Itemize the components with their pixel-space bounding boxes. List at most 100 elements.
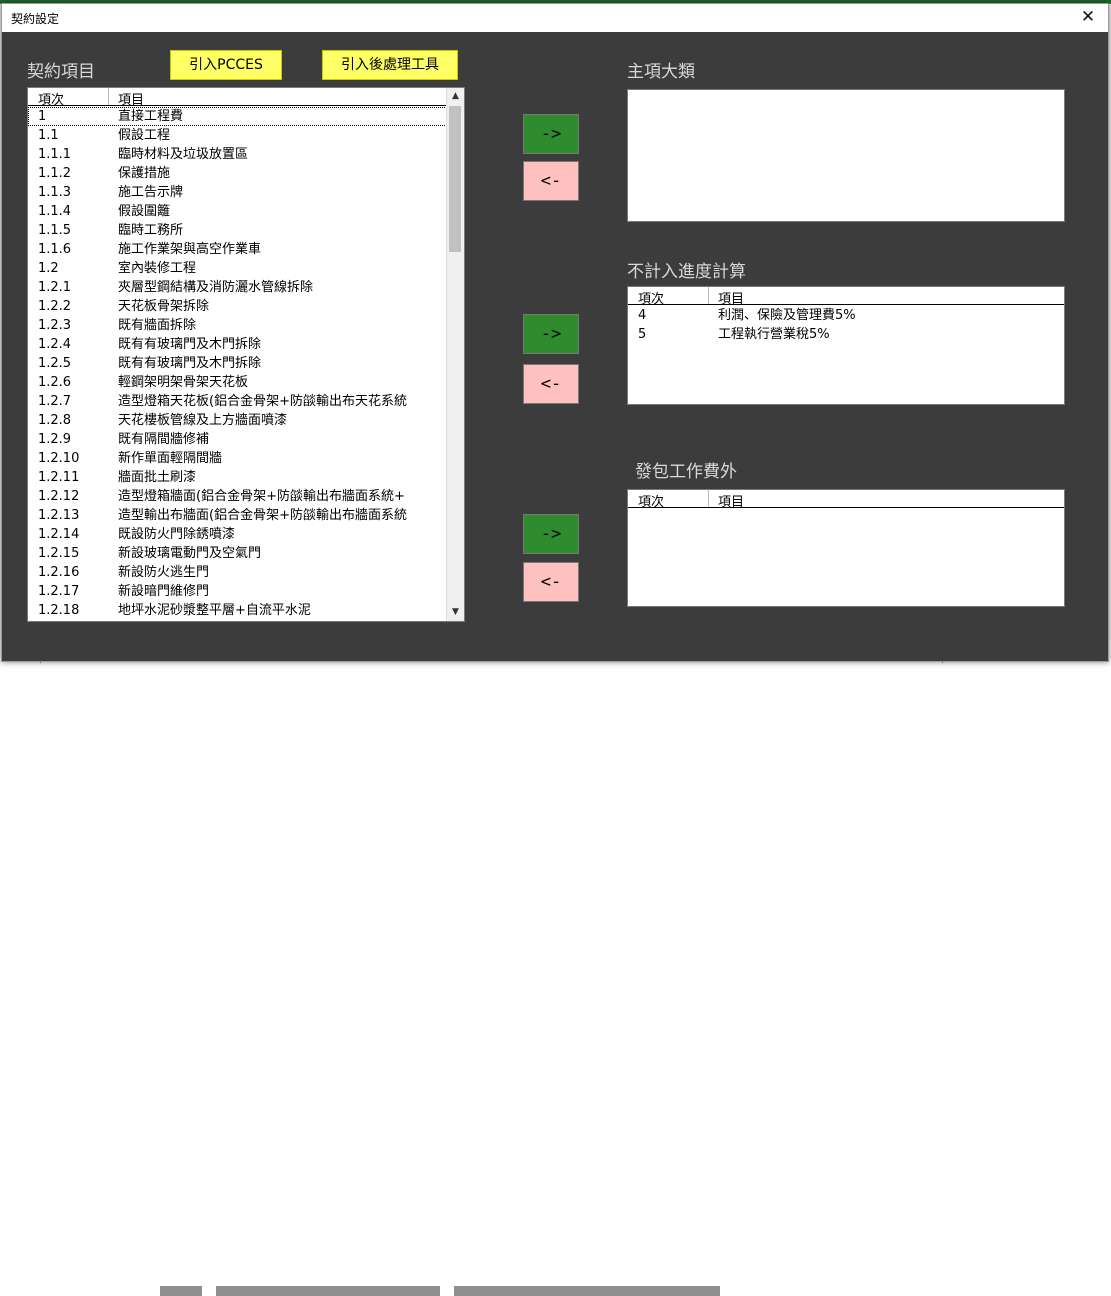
item-no: 1.1.1 (38, 147, 72, 162)
list-item[interactable]: 1.2.16 新設防火逃生門 (28, 563, 447, 582)
item-no: 1.2.4 (38, 337, 72, 352)
remove-from-outsourcing-excluded-button[interactable]: <- (523, 562, 579, 602)
scroll-down-icon[interactable]: ▼ (447, 604, 464, 621)
item-no: 1.2 (38, 261, 59, 276)
item-no: 1.2.10 (38, 451, 80, 466)
list-item[interactable]: 1.2.7 造型燈箱天花板(鋁合金骨架+防燄輸出布天花系統 (28, 392, 447, 411)
list-item[interactable]: 1.2.8 天花樓板管線及上方牆面噴漆 (28, 411, 447, 430)
scroll-up-icon[interactable]: ▲ (447, 88, 464, 105)
item-no: 1.2.18 (38, 603, 80, 618)
item-no: 1.1.2 (38, 166, 72, 181)
item-no: 1.2.12 (38, 489, 80, 504)
list-item[interactable]: 1.2.10 新作單面輕隔間牆 (28, 449, 447, 468)
item-no: 1.2.15 (38, 546, 80, 561)
item-name: 造型輸出布牆面(鋁合金骨架+防燄輸出布牆面系統 (118, 508, 407, 523)
exclude-progress-list[interactable]: 項次 項目 4 利潤、保險及管理費5% 5 工程執行營業稅5% (627, 286, 1065, 405)
list-item[interactable]: 1.2.15 新設玻璃電動門及空氣門 (28, 544, 447, 563)
item-no: 1.2.3 (38, 318, 72, 333)
import-post-processing-button[interactable]: 引入後處理工具 (322, 50, 458, 80)
item-name: 保護措施 (118, 166, 171, 181)
list-item[interactable]: 1.2.5 既有有玻璃門及木門拆除 (28, 354, 447, 373)
list-item[interactable]: 1.2.3 既有牆面拆除 (28, 316, 447, 335)
outsourcing-excluded-list[interactable]: 項次 項目 (627, 489, 1065, 607)
list-item[interactable]: 1.1.2 保護措施 (28, 164, 447, 183)
item-name: 新作單面輕隔間牆 (118, 451, 223, 466)
header-item-name: 項目 (118, 93, 145, 108)
remove-from-exclude-progress-button[interactable]: <- (523, 364, 579, 404)
item-no: 1.1.3 (38, 185, 72, 200)
header-item-no: 項次 (638, 495, 665, 510)
list-header: 項次 項目 (28, 88, 447, 108)
item-name: 天花板骨架拆除 (118, 299, 210, 314)
contract-items-list[interactable]: 項次 項目 1 直接工程費 1.1 假設工程 1.1.1 臨時材料及垃圾放置區 1.1.2 保… (27, 87, 465, 622)
list-item[interactable]: 5 工程執行營業稅5% (628, 325, 1064, 344)
item-no: 1 (38, 109, 47, 124)
list-item[interactable]: 1.2.18 地坪水泥砂漿整平層+自流平水泥 (28, 601, 447, 620)
list-item[interactable]: 1.1.1 臨時材料及垃圾放置區 (28, 145, 447, 164)
list-item[interactable]: 1.2.13 造型輸出布牆面(鋁合金骨架+防燄輸出布牆面系統 (28, 506, 447, 525)
item-name: 既設防火門除銹噴漆 (118, 527, 236, 542)
header-item-name: 項目 (718, 292, 745, 307)
window-title: 契約設定 (11, 12, 60, 26)
item-name: 臨時工務所 (118, 223, 184, 238)
list-item[interactable]: 1.2.14 既設防火門除銹噴漆 (28, 525, 447, 544)
item-name: 夾層型鋼結構及消防灑水管線拆除 (118, 280, 314, 295)
list-item[interactable]: 1 直接工程費 (28, 107, 447, 126)
item-name: 輕鋼架明架骨架天花板 (118, 375, 249, 390)
list-item[interactable]: 1.2.9 既有隔間牆修補 (28, 430, 447, 449)
header-item-name: 項目 (718, 495, 745, 510)
item-name: 臨時材料及垃圾放置區 (118, 147, 249, 162)
header-separator (708, 490, 709, 507)
item-name: 既有牆面拆除 (118, 318, 197, 333)
item-name: 造型燈箱牆面(鋁合金骨架+防燄輸出布牆面系統+ (118, 489, 405, 504)
list-item[interactable]: 1.1.5 臨時工務所 (28, 221, 447, 240)
item-no: 1.2.1 (38, 280, 72, 295)
move-to-outsourcing-excluded-button[interactable]: -> (523, 514, 579, 554)
close-icon[interactable]: ✕ (1068, 4, 1108, 32)
list-item[interactable]: 1.2.12 造型燈箱牆面(鋁合金骨架+防燄輸出布牆面系統+ (28, 487, 447, 506)
contract-settings-dialog: 契約設定 ✕ 契約項目 引入PCCES 引入後處理工具 項次 項目 1 直接工程費… (1, 3, 1109, 662)
list-item[interactable]: 1.2 室內裝修工程 (28, 259, 447, 278)
import-pcces-button[interactable]: 引入PCCES (170, 50, 282, 80)
item-name: 天花樓板管線及上方牆面噴漆 (118, 413, 288, 428)
list-item[interactable]: 1.2.11 牆面批土刷漆 (28, 468, 447, 487)
item-name: 新設玻璃電動門及空氣門 (118, 546, 262, 561)
list-item[interactable]: 1.1.4 假設圍籬 (28, 202, 447, 221)
item-name: 地坪水泥砂漿整平層+自流平水泥 (118, 603, 311, 618)
item-name: 既有有玻璃門及木門拆除 (118, 337, 262, 352)
list-item[interactable]: 1.1.3 施工告示牌 (28, 183, 447, 202)
item-name: 新設暗門維修門 (118, 584, 210, 599)
item-no: 5 (638, 327, 647, 342)
remove-from-main-category-button[interactable]: <- (523, 161, 579, 201)
list-item[interactable]: 4 利潤、保險及管理費5% (628, 306, 1064, 325)
list-item[interactable]: 1.2.1 夾層型鋼結構及消防灑水管線拆除 (28, 278, 447, 297)
main-category-list[interactable] (627, 89, 1065, 222)
item-no: 1.1.6 (38, 242, 72, 257)
item-name: 假設圍籬 (118, 204, 171, 219)
item-no: 4 (638, 308, 647, 323)
item-name: 施工告示牌 (118, 185, 184, 200)
item-name: 既有有玻璃門及木門拆除 (118, 356, 262, 371)
item-name: 新設防火逃生門 (118, 565, 210, 580)
header-item-no: 項次 (38, 93, 65, 108)
move-to-exclude-progress-button[interactable]: -> (523, 314, 579, 354)
outsourcing-excluded-label: 發包工作費外 (635, 462, 737, 482)
item-no: 1.1.5 (38, 223, 72, 238)
list-item[interactable]: 1.1.6 施工作業架與高空作業車 (28, 240, 447, 259)
item-no: 1.2.16 (38, 565, 80, 580)
item-no: 1.2.7 (38, 394, 72, 409)
list-item[interactable]: 1.1 假設工程 (28, 126, 447, 145)
item-no: 1.2.6 (38, 375, 72, 390)
list-item[interactable]: 1.2.4 既有有玻璃門及木門拆除 (28, 335, 447, 354)
list-item[interactable]: 1.2.2 天花板骨架拆除 (28, 297, 447, 316)
scroll-thumb[interactable] (449, 106, 461, 252)
list-item[interactable]: 1.2.6 輕鋼架明架骨架天花板 (28, 373, 447, 392)
item-no: 1.1 (38, 128, 59, 143)
contract-items-label: 契約項目 (27, 62, 95, 82)
list-item[interactable]: 1.2.17 新設暗門維修門 (28, 582, 447, 601)
vertical-scrollbar[interactable]: ▲ ▼ (446, 88, 464, 621)
title-bar: 契約設定 ✕ (2, 4, 1108, 32)
move-to-main-category-button[interactable]: -> (523, 114, 579, 154)
list-rows: 4 利潤、保險及管理費5% 5 工程執行營業稅5% (628, 306, 1064, 344)
item-no: 1.1.4 (38, 204, 72, 219)
